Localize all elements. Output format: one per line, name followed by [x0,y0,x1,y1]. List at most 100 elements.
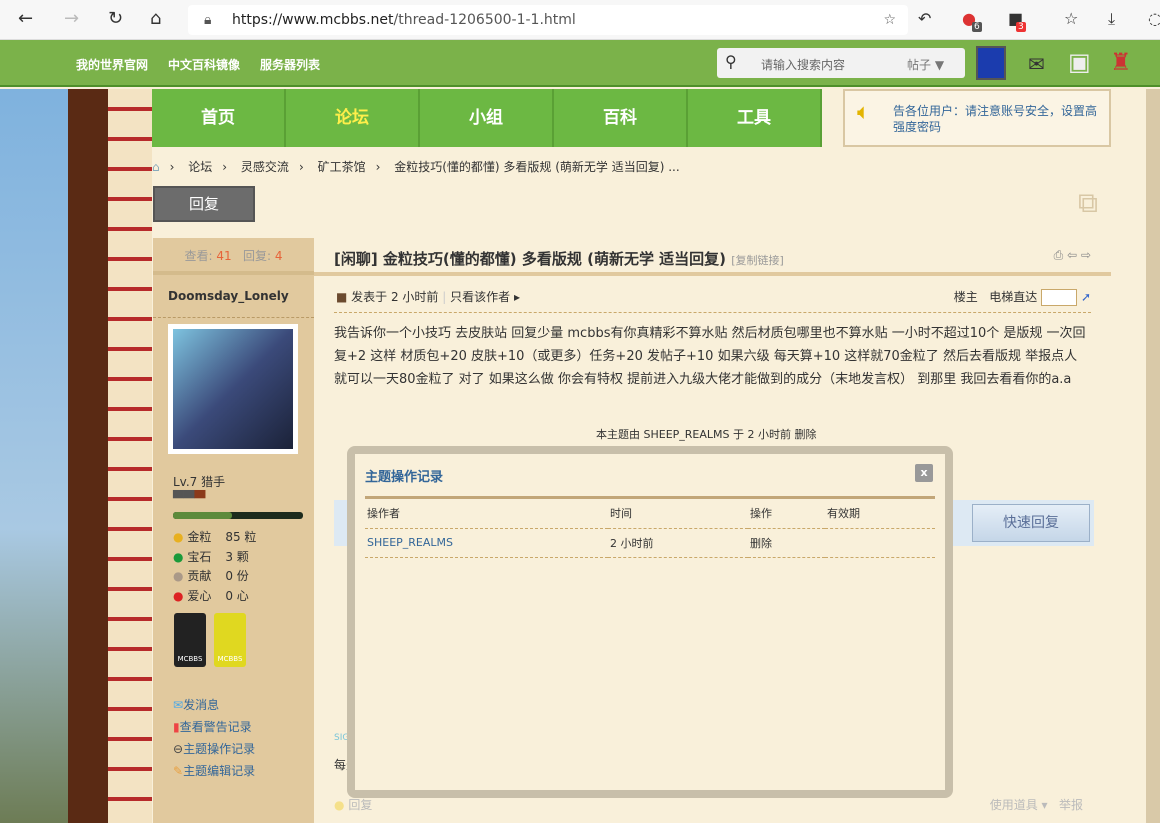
lock-icon: 🔒︎ [204,12,212,28]
medal-pickaxe[interactable]: MCBBS [214,613,246,667]
ops-table: 操作者 时间 操作 有效期 SHEEP_REALMS 2 小时前 删除 [365,499,935,558]
nav-tools[interactable]: 工具 [688,89,822,147]
address-bar[interactable]: 🔒︎ https://www.mcbbs.net/thread-1206500-1… [188,5,908,35]
author-name[interactable]: Doomsday_Lonely [153,275,314,318]
link-wiki-mirror[interactable]: 中文百科镜像 [168,56,240,73]
floor-jump-input[interactable] [1041,289,1078,306]
search-box: ⚲ 请输入搜索内容 帖子 ▼ [717,48,965,78]
back-icon[interactable]: ← [18,8,33,29]
edit-history-link[interactable]: ✎主题编辑记录 [173,760,255,782]
jump-label: 电梯直达 [989,290,1038,304]
level-progress-bar [173,512,303,519]
favorites-icon[interactable]: ☆ [1064,9,1078,28]
views-count: 41 [216,249,232,263]
report-link[interactable]: 举报 [1059,798,1083,812]
search-input[interactable]: 请输入搜索内容 [761,56,845,73]
reload-icon[interactable]: ↻ [108,8,123,29]
back-to-list-icon[interactable]: ⧉ [1078,186,1098,220]
only-author-link[interactable]: 只看该作者 [450,290,510,304]
author-links: ✉发消息 ▮查看警告记录 ⊖主题操作记录 ✎主题编辑记录 [173,694,255,782]
header-operator: 操作者 [365,499,608,529]
table-header-row: 操作者 时间 操作 有效期 [365,499,935,529]
url-host: https://www.mcbbs.net [232,12,394,28]
favorite-add-icon[interactable]: ☆ [883,5,896,35]
message-icon[interactable]: ✉ [1028,52,1045,76]
browser-toolbar: ← → ↻ ⌂ 🔒︎ https://www.mcbbs.net/thread-1… [0,0,1160,40]
medals: MCBBS MCBBS [174,613,254,667]
quick-reply-button[interactable]: 快速回复 [972,504,1090,542]
link-minecraft-official[interactable]: 我的世界官网 [76,56,148,73]
emerald-icon: ● [173,549,184,564]
breadcrumb-item[interactable]: 论坛 [188,160,212,174]
attr-label: 金粒 [187,530,212,544]
next-thread-icon[interactable]: ⇨ [1081,248,1091,262]
no-entry-icon: ⊖ [173,742,184,756]
breadcrumb-item[interactable]: 矿工茶馆 [318,160,366,174]
author-avatar[interactable] [168,324,298,454]
potion-icon[interactable]: ♜ [1110,48,1132,76]
download-icon[interactable]: ⤓ [1108,9,1115,29]
header-time: 时间 [608,499,748,529]
settings-icon[interactable]: ◌ [1148,9,1160,28]
right-border [1146,89,1160,823]
link-label: 发消息 [183,698,220,712]
author-head-icon: ■ [336,290,348,304]
attr-value: 0 份 [225,569,249,583]
user-avatar-small[interactable] [976,46,1006,80]
breadcrumb-item[interactable]: 金粒技巧(懂的都懂) 多看版规 (萌新无学 适当回复) ... [394,160,679,174]
operator-link[interactable]: SHEEP_REALMS [365,528,608,558]
nav-forum[interactable]: 论坛 [286,89,420,147]
caret-right-icon[interactable]: ▸ [514,290,520,304]
nav-wiki[interactable]: 百科 [554,89,688,147]
share-icon[interactable]: ↶ [918,9,931,28]
nav-home[interactable]: 首页 [152,89,286,147]
copy-link[interactable]: [复制链接] [731,254,784,267]
header-validity: 有效期 [825,499,935,529]
medal-cobweb[interactable]: MCBBS [174,613,206,667]
contribution-icon: ● [173,569,184,583]
post-footer-actions: 使用道具 ▾ 举报 [989,798,1083,812]
attr-value: 85 粒 [225,530,257,544]
op-action: 删除 [748,528,825,558]
home-icon[interactable]: ⌂ [150,8,161,29]
prev-thread-icon[interactable]: ⇦ [1067,248,1077,262]
notification-icon[interactable]: ▣ [1068,48,1091,76]
op-time: 2 小时前 [608,528,748,558]
post-body: 我告诉你一个小技巧 去皮肤站 回复少量 mcbbs有你真精彩不算水贴 然后材质包… [334,326,1086,387]
site-topbar: 我的世界官网 中文百科镜像 服务器列表 ⚲ 请输入搜索内容 帖子 ▼ ✉ ▣ ♜ [0,40,1160,87]
post-time: 发表于 2 小时前 [351,290,439,304]
gold-nugget-icon: ● [173,530,184,544]
home-icon[interactable]: ⌂ [152,160,160,174]
warnings-link[interactable]: ▮查看警告记录 [173,716,255,738]
close-icon[interactable]: x [915,464,933,482]
print-icon[interactable]: ⎙ [1054,248,1064,262]
breadcrumb: ⌂ › 论坛 › 灵感交流 › 矿工茶馆 › 金粒技巧(懂的都懂) 多看版规 (萌新无学… [152,160,680,174]
attr-value: 3 颗 [225,549,249,564]
search-type-select[interactable]: 帖子 ▼ [907,56,944,73]
link-server-list[interactable]: 服务器列表 [260,56,320,73]
attr-label: 贡献 [187,569,212,583]
reply-button[interactable]: 回复 [153,186,255,222]
thread-title: [闲聊] 金粒技巧(懂的都懂) 多看版规 (萌新无学 适当回复) [复制链接] [334,248,784,269]
header-action: 操作 [748,499,825,529]
post-meta: ■ 发表于 2 小时前 | 只看该作者 ▸ [336,290,521,304]
adblock-badge: 6 [972,22,982,32]
thread-ops-link[interactable]: ⊖主题操作记录 [173,738,255,760]
use-item-link[interactable]: 使用道具 [990,798,1038,812]
nav-groups[interactable]: 小组 [420,89,554,147]
send-message-link[interactable]: ✉发消息 [173,694,255,716]
notice-text[interactable]: 告各位用户：请注意账号安全，设置高强度密码 [893,104,1097,134]
breadcrumb-item[interactable]: 灵感交流 [241,160,289,174]
decorative-pillar [108,89,152,823]
forward-icon[interactable]: → [64,8,79,29]
reply-link[interactable]: ● 回复 [334,796,372,813]
link-label: 主题编辑记录 [183,764,256,778]
search-type-label: 帖子 [907,58,932,72]
jump-go-icon[interactable]: ➚ [1081,290,1091,304]
url-path: /thread-1206500-1-1.html [393,12,576,28]
dialog-title: 主题操作记录 [365,470,444,485]
views-label: 查看: [184,249,213,263]
author-attributes: ● 金粒 85 粒 ● 宝石 3 颗 ● 贡献 0 份 ● 爱心 0 心 [173,528,256,606]
author-level: Lv.7 猎手 [173,475,226,489]
search-icon[interactable]: ⚲ [725,52,737,71]
